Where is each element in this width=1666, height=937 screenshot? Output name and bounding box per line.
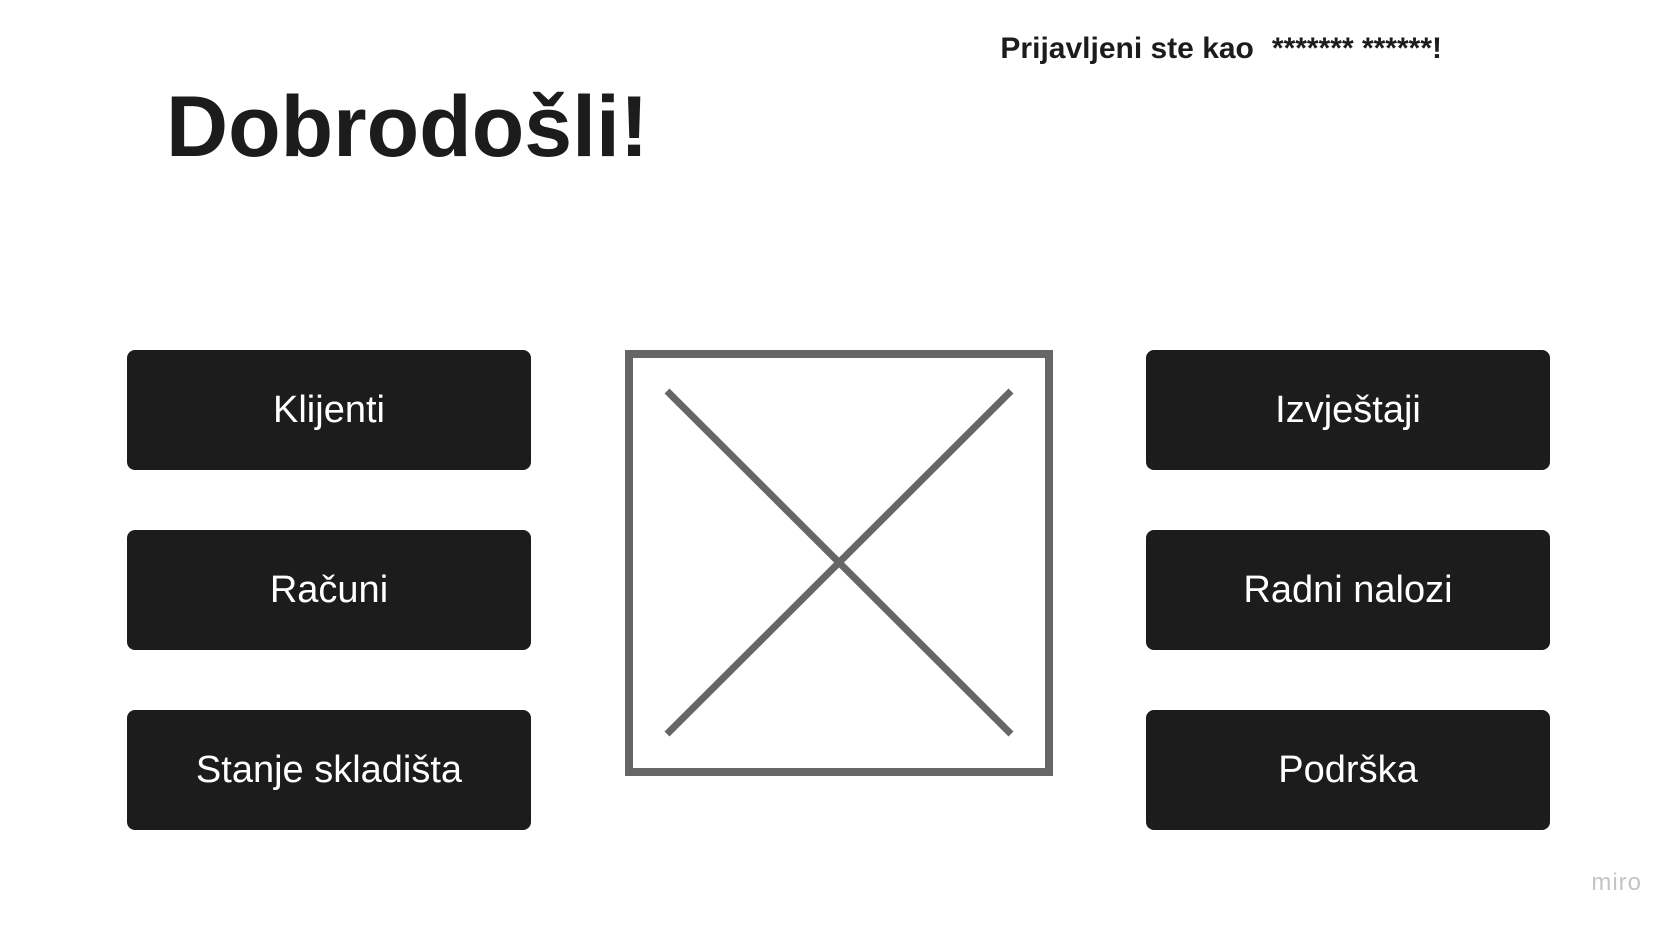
warehouse-stock-button[interactable]: Stanje skladišta <box>127 710 531 830</box>
support-button[interactable]: Podrška <box>1146 710 1550 830</box>
miro-watermark: miro <box>1591 869 1642 896</box>
login-status-label: Prijavljeni ste kao <box>1000 32 1254 65</box>
user-name: ******* ******! <box>1271 32 1442 65</box>
login-status: Prijavljeni ste kao ******* ******! <box>1000 32 1442 66</box>
image-placeholder-icon <box>625 350 1053 776</box>
image-placeholder-graphic <box>625 350 1053 776</box>
clients-button[interactable]: Klijenti <box>127 350 531 470</box>
reports-button[interactable]: Izvještaji <box>1146 350 1550 470</box>
invoices-button[interactable]: Računi <box>127 530 531 650</box>
work-orders-button[interactable]: Radni nalozi <box>1146 530 1550 650</box>
page-title: Dobrodošli! <box>166 79 649 175</box>
